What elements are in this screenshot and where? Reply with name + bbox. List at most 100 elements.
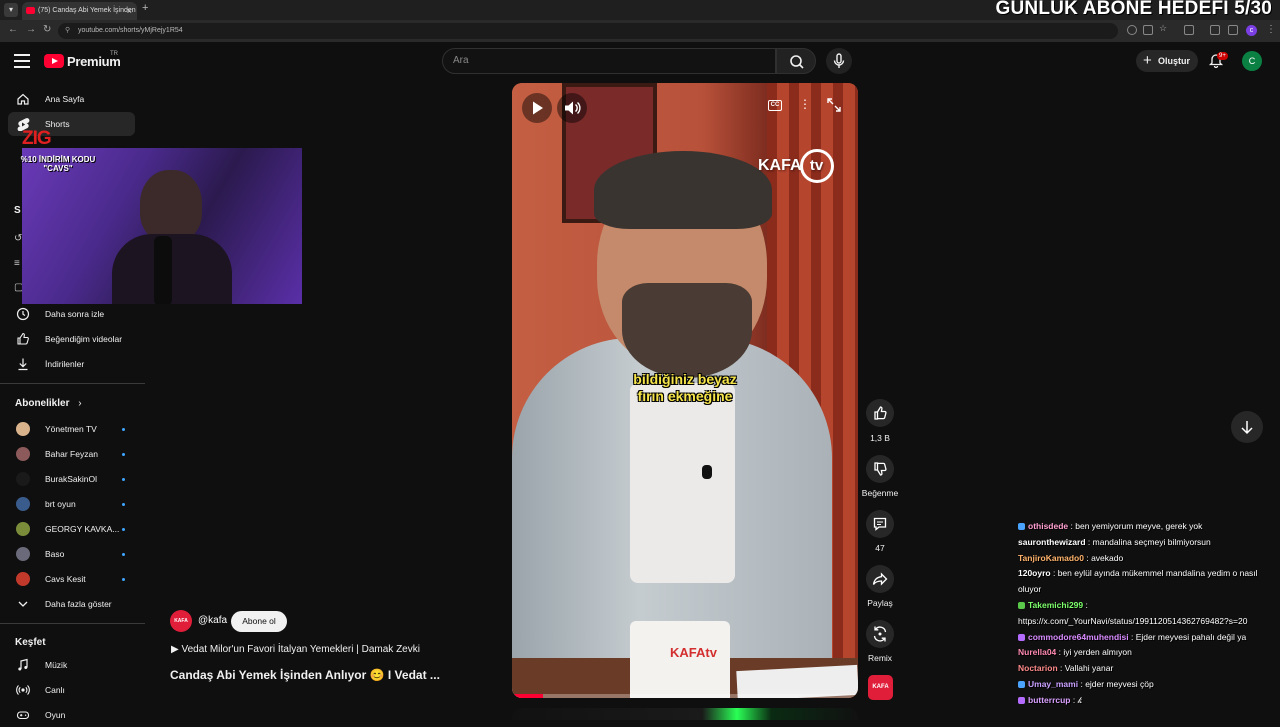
browser-profile-avatar[interactable]: c: [1246, 25, 1257, 36]
browser-menu-icon[interactable]: ⋮: [1266, 24, 1276, 35]
like-button[interactable]: [866, 399, 894, 427]
next-video-button[interactable]: [1231, 411, 1263, 443]
create-button[interactable]: + Oluştur: [1136, 50, 1198, 72]
audio-source-thumbnail[interactable]: KAFA: [868, 675, 893, 700]
thumbs-up-icon: [17, 332, 29, 345]
clock-icon: [16, 307, 30, 321]
bookmark-star-icon[interactable]: ☆: [1159, 23, 1169, 33]
stream-goal-overlay: GÜNLÜK ABONE HEDEFİ 5/30: [995, 0, 1272, 19]
comment-icon: [873, 517, 887, 531]
sidebar-divider: [0, 383, 145, 384]
sidebar-item-music[interactable]: Müzik: [8, 653, 135, 677]
channel-handle[interactable]: @kafa: [198, 615, 227, 626]
new-content-dot: [122, 528, 125, 531]
subscription-item[interactable]: Yönetmen TV: [8, 417, 135, 441]
cast-icon[interactable]: [1143, 25, 1153, 35]
stream-chat-overlay: othisdede : ben yemiyorum meyve, gerek y…: [1018, 519, 1280, 709]
subtitle-line-1: bildiğiniz beyaz: [633, 371, 737, 387]
download-icon: [18, 358, 28, 371]
subscription-item[interactable]: GEORGY KAVKA...: [8, 517, 135, 541]
sidebar-item-watch-later[interactable]: Daha sonra izle: [8, 302, 135, 326]
sidebar-item-gaming[interactable]: Oyun: [8, 703, 135, 727]
chat-text: ben eylül ayında mükemmel mandalina yedi…: [1057, 568, 1258, 579]
url-field[interactable]: ⚲ youtube.com/shorts/yMjRejy1R54: [58, 23, 1118, 39]
chat-text: Ejder meyvesi pahalı değil ya: [1135, 631, 1247, 642]
dislike-button[interactable]: [866, 455, 894, 483]
video-person-beard: [622, 283, 752, 378]
channel-avatar: [16, 497, 30, 511]
chat-separator: :: [1085, 536, 1093, 547]
chat-message: 120oyro : ben eylül ayında mükemmel mand…: [1018, 566, 1280, 582]
sidebar-item-liked-videos[interactable]: Beğendiğim videolar: [8, 327, 135, 351]
volume-icon: [565, 101, 581, 115]
sidebar-item-downloads[interactable]: İndirilenler: [8, 352, 135, 376]
voice-search-button[interactable]: [826, 48, 852, 74]
streamer-microphone: [154, 236, 172, 304]
chat-username: Takemichi299: [1028, 599, 1084, 610]
zoom-icon[interactable]: [1127, 25, 1137, 35]
sidebar-item-label: Oyun: [45, 710, 66, 720]
volume-button[interactable]: [557, 93, 587, 123]
fullscreen-button[interactable]: [827, 98, 841, 112]
search-input[interactable]: Ara: [442, 48, 776, 74]
comment-count: 47: [875, 543, 885, 553]
subscription-item[interactable]: Bahar Feyzan: [8, 442, 135, 466]
chat-text: ejder meyvesi çöp: [1085, 678, 1154, 689]
play-button[interactable]: [522, 93, 552, 123]
remix-button[interactable]: [866, 620, 894, 648]
more-options-icon[interactable]: ⋮: [799, 97, 811, 111]
subscription-item[interactable]: Cavs Kesit: [8, 567, 135, 591]
captions-icon[interactable]: CC: [768, 100, 782, 111]
video-progress-bar[interactable]: [512, 694, 858, 698]
subscription-name: Baso: [45, 549, 65, 559]
video-person-hair: [594, 151, 772, 229]
subscription-item[interactable]: brt oyun: [8, 492, 135, 516]
playlist-link[interactable]: ▶ Vedat Milor'un Favori İtalyan Yemekler…: [171, 644, 420, 655]
account-avatar[interactable]: C: [1242, 51, 1262, 71]
video-progress-fill: [512, 694, 544, 698]
chat-separator: :: [1083, 599, 1088, 610]
show-more-button[interactable]: Daha fazla göster: [8, 592, 135, 616]
tab-close-icon[interactable]: ×: [127, 2, 132, 20]
subscribe-button[interactable]: Abone ol: [231, 611, 287, 632]
youtube-premium-logo[interactable]: Premium TR: [44, 51, 121, 69]
share-button[interactable]: [866, 565, 894, 593]
site-info-icon[interactable]: ⚲: [65, 23, 70, 39]
channel-avatar: [16, 547, 30, 561]
chat-message: othisdede : ben yemiyorum meyve, gerek y…: [1018, 519, 1280, 535]
chat-message: sauronthewizard : mandalina seçmeyi bilm…: [1018, 535, 1280, 551]
share-label: Paylaş: [867, 598, 893, 608]
subscriptions-heading[interactable]: Abonelikler ›: [15, 398, 82, 409]
browser-tab[interactable]: (75) Candaş Abi Yemek İşinden ×: [22, 2, 137, 20]
logo-region: TR: [110, 51, 118, 57]
sidebar-item-home[interactable]: Ana Sayfa: [8, 87, 135, 111]
sidebar-item-label: Canlı: [45, 685, 65, 695]
subscription-item[interactable]: BurakSakinOl: [8, 467, 135, 491]
search-button[interactable]: [776, 48, 816, 74]
channel-avatar[interactable]: KAFA: [170, 610, 192, 632]
mug-logo: KAFAtv: [670, 645, 717, 660]
new-tab-button[interactable]: +: [142, 2, 148, 14]
sidebar-item-live[interactable]: Canlı: [8, 678, 135, 702]
shorts-video-player[interactable]: KAFAtv KAFA tv bildiğiniz beyaz fırın ekm…: [512, 83, 858, 698]
back-arrow-icon[interactable]: ←: [8, 24, 18, 35]
chat-username: Umay_mami: [1028, 678, 1079, 689]
next-short-preview[interactable]: [512, 708, 858, 720]
tab-title: (75) Candaş Abi Yemek İşinden: [38, 7, 136, 14]
chat-message: Nurella04 : iyi yerden almıyon: [1018, 645, 1280, 661]
plus-icon: +: [1143, 52, 1152, 69]
subscription-item[interactable]: Baso: [8, 542, 135, 566]
extensions-icon[interactable]: [1184, 25, 1194, 35]
new-content-dot: [122, 553, 125, 556]
reload-icon[interactable]: ↻: [43, 24, 51, 35]
tab-search-button[interactable]: ▾: [4, 3, 18, 17]
playlists-icon[interactable]: ≡: [14, 258, 20, 269]
hamburger-menu-icon[interactable]: [14, 54, 30, 68]
video-title[interactable]: Candaş Abi Yemek İşinden Anlıyor 😊 I Ved…: [170, 668, 440, 682]
music-icon: [18, 658, 28, 671]
sidebar-panel-icon[interactable]: [1228, 25, 1238, 35]
forward-arrow-icon[interactable]: →: [26, 24, 36, 35]
chevron-down-icon: [18, 601, 28, 607]
downloads-icon[interactable]: [1210, 25, 1220, 35]
comments-button[interactable]: [866, 510, 894, 538]
